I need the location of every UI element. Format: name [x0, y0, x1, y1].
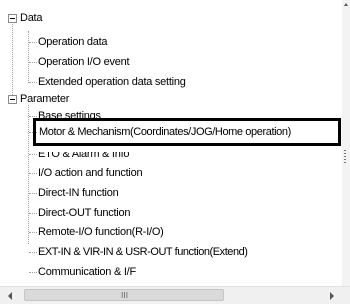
tree-connector-line [12, 22, 13, 95]
tree-node-operation-data[interactable]: Operation data [38, 34, 108, 50]
tree-connector-line [29, 193, 37, 194]
right-arrow-icon[interactable] [330, 292, 334, 300]
up-arrow-icon[interactable] [344, 3, 348, 6]
tree-connector-line [29, 154, 37, 155]
horizontal-scrollbar[interactable]: III [0, 286, 350, 304]
tree-connector-line [29, 42, 37, 43]
tree-connector-line [29, 116, 37, 117]
tree-node-communication-if[interactable]: Communication & I/F [38, 264, 136, 280]
collapse-minus-icon[interactable] [8, 95, 17, 104]
tree-connector-line [29, 252, 37, 253]
tree-connector-line [29, 62, 37, 63]
tree-node-operation-io-event[interactable]: Operation I/O event [38, 54, 130, 70]
tree-connector-line [28, 31, 29, 83]
left-arrow-icon[interactable] [8, 292, 12, 300]
tree-connector-line [29, 232, 37, 233]
tree-node-data[interactable]: Data [20, 10, 43, 26]
tree-connector-line [28, 105, 29, 244]
tree-node-io-action-function[interactable]: I/O action and function [38, 165, 143, 181]
vertical-scrollbar[interactable] [342, 0, 350, 286]
tree-connector-line [29, 272, 37, 273]
tree-node-direct-in-function[interactable]: Direct-IN function [38, 185, 119, 201]
tree-connector-line [29, 213, 37, 214]
tree-node-parameter[interactable]: Parameter [20, 91, 69, 107]
tree-view[interactable]: Data Operation data Operation I/O event … [0, 0, 342, 286]
tree-connector-line [29, 173, 37, 174]
collapse-minus-icon[interactable] [8, 14, 17, 23]
tree-node-base-settings[interactable]: Base settings [38, 108, 101, 118]
scroll-grip: III [121, 291, 129, 300]
tree-node-ext-in-vir-in-usr-out-function[interactable]: EXT-IN & VIR-IN & USR-OUT function(Exten… [38, 244, 248, 260]
tree-node-direct-out-function[interactable]: Direct-OUT function [38, 205, 131, 221]
scroll-grip [344, 150, 346, 164]
tree-connector-line [29, 82, 37, 83]
tree-node-extended-operation-data-setting[interactable]: Extended operation data setting [38, 74, 186, 90]
tree-node-remote-io-function[interactable]: Remote-I/O function(R-I/O) [38, 224, 164, 240]
tree-node-eto-alarm-info[interactable]: ETO & Alarm & Info [38, 152, 129, 162]
tree-connector-line [29, 132, 37, 133]
tree-node-motor-mechanism[interactable]: Motor & Mechanism(Coordinates/JOG/Home o… [39, 124, 291, 140]
scroll-thumb[interactable]: III [24, 289, 224, 301]
